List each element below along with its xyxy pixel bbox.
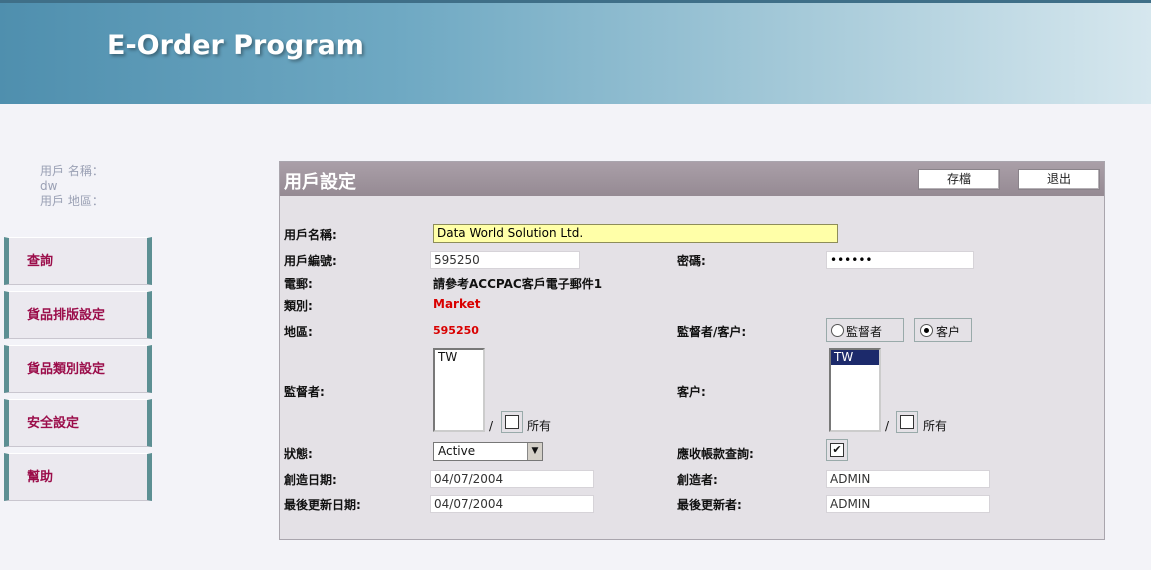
exit-button[interactable]: 退出 (1018, 169, 1100, 190)
username-input[interactable]: Data World Solution Ltd. (433, 224, 838, 243)
sidebar-item-product-layout[interactable]: 貨品排版設定 (4, 291, 152, 339)
email-label: 電郵: (284, 277, 313, 291)
supervisor-option[interactable]: TW (435, 350, 483, 365)
status-label: 狀態: (284, 447, 313, 461)
dropdown-arrow-icon[interactable]: ▼ (527, 443, 542, 460)
customer-slash: / (885, 419, 890, 433)
supervisor-slash: / (489, 419, 494, 433)
sidebar-nav: 查詢 貨品排版設定 貨品類別設定 安全設定 幫助 (4, 237, 152, 507)
user-region-label: 用戶 地區： (40, 194, 104, 208)
region-value: 595250 (433, 324, 479, 337)
supervisor-all-checkbox[interactable] (505, 415, 519, 429)
email-value: 請參考ACCPAC客戶電子郵件1 (433, 277, 603, 291)
creator-label: 創造者: (677, 473, 718, 487)
sidebar-item-query[interactable]: 查詢 (4, 237, 152, 285)
updated-date-label: 最後更新日期: (284, 498, 361, 512)
creator-field[interactable]: ADMIN (826, 470, 990, 488)
customer-all-label: 所有 (923, 419, 948, 433)
role-customer-label: 客户 (936, 325, 961, 339)
customer-listbox[interactable]: TW (829, 348, 881, 432)
status-select[interactable]: Active ▼ (433, 442, 543, 461)
usercode-label: 用戶編號: (284, 254, 337, 268)
ar-query-label: 應收帳款查詢: (677, 447, 754, 461)
usercode-input[interactable]: 595250 (430, 251, 580, 269)
updater-field[interactable]: ADMIN (826, 495, 990, 513)
user-name-label: 用戶 名稱： (40, 164, 104, 178)
created-date-field[interactable]: 04/07/2004 (430, 470, 594, 488)
app-title: E-Order Program (107, 30, 364, 61)
user-name-value: dw (40, 179, 58, 193)
category-label: 類別: (284, 299, 313, 313)
user-settings-panel: 用戶設定 存檔 退出 用戶名稱: Data World Solution Ltd… (279, 161, 1105, 540)
supervisor-all-label: 所有 (527, 419, 552, 433)
sidebar-item-security[interactable]: 安全設定 (4, 399, 152, 447)
sidebar-item-product-category[interactable]: 貨品類別設定 (4, 345, 152, 393)
updater-label: 最後更新者: (677, 498, 742, 512)
role-supervisor-radio[interactable] (831, 324, 844, 337)
sidebar-item-help[interactable]: 幫助 (4, 453, 152, 501)
role-customer-radio[interactable] (920, 324, 933, 337)
panel-title: 用戶設定 (284, 172, 356, 193)
region-label: 地區: (284, 325, 313, 339)
category-value: Market (433, 297, 481, 311)
supervisor-label: 監督者: (284, 385, 325, 399)
save-button[interactable]: 存檔 (918, 169, 1000, 190)
role-supervisor-label: 監督者 (846, 325, 883, 339)
panel-header: 用戶設定 存檔 退出 (280, 162, 1104, 196)
username-label: 用戶名稱: (284, 228, 337, 242)
supervisor-listbox[interactable]: TW (433, 348, 485, 432)
customer-label: 客户: (677, 385, 706, 399)
user-info: 用戶 名稱： dw 用戶 地區： (40, 164, 104, 209)
status-select-value: Active (438, 444, 476, 458)
updated-date-field[interactable]: 04/07/2004 (430, 495, 594, 513)
ar-query-checkbox[interactable]: ✔ (830, 443, 844, 457)
customer-all-checkbox[interactable] (900, 415, 914, 429)
header-banner: E-Order Program (0, 0, 1151, 104)
customer-option[interactable]: TW (831, 350, 879, 365)
created-date-label: 創造日期: (284, 473, 337, 487)
role-label: 監督者/客户: (677, 325, 747, 339)
password-input[interactable]: •••••• (826, 251, 974, 269)
password-label: 密碼: (677, 254, 706, 268)
